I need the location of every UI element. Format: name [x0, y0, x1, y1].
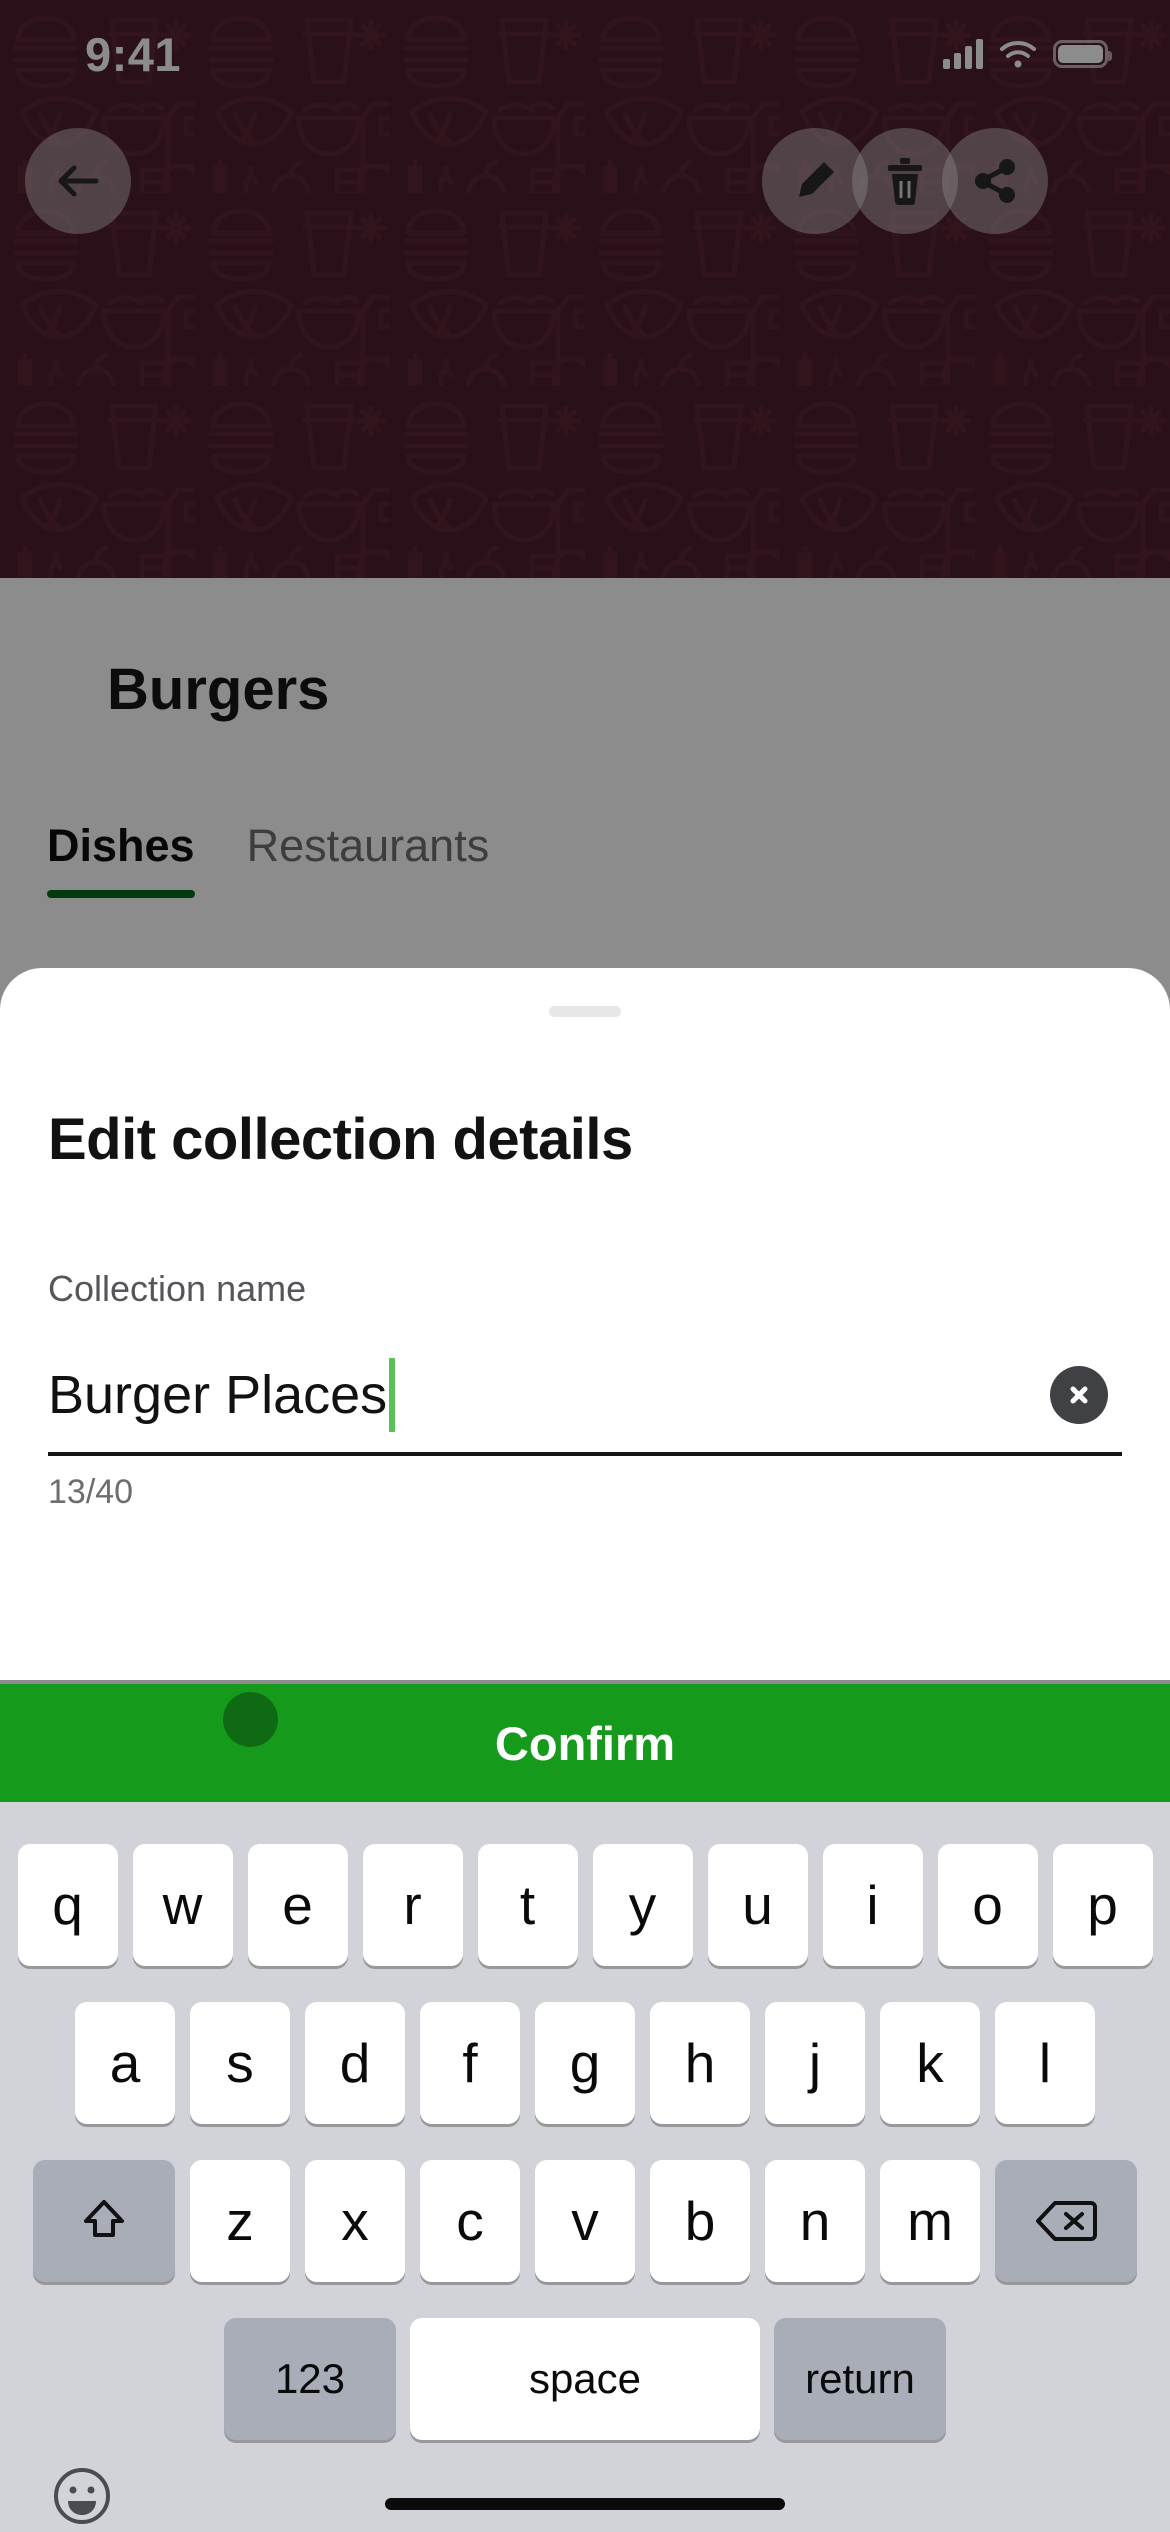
key-v[interactable]: v [535, 2160, 635, 2282]
key-d[interactable]: d [305, 2002, 405, 2124]
key-i[interactable]: i [822, 1844, 923, 1966]
keyboard-row-4: 123 space return [0, 2318, 1170, 2440]
clear-input-button[interactable] [1050, 1366, 1108, 1424]
key-r[interactable]: r [362, 1844, 463, 1966]
key-y[interactable]: y [592, 1844, 693, 1966]
edit-collection-sheet: Edit collection details Collection name … [0, 968, 1170, 1680]
on-screen-keyboard: q w e r t y u i o p a s d f g h j k l z … [0, 1802, 1170, 2532]
character-counter: 13/40 [48, 1473, 134, 1511]
keyboard-row-3: z x c v b n m [0, 2160, 1170, 2282]
keyboard-row-2: a s d f g h j k l [0, 2002, 1170, 2124]
key-w[interactable]: w [132, 1844, 233, 1966]
confirm-button[interactable]: Confirm [0, 1684, 1170, 1802]
home-indicator [385, 2498, 785, 2510]
key-o[interactable]: o [937, 1844, 1038, 1966]
text-caret [389, 1358, 396, 1432]
key-p[interactable]: p [1052, 1844, 1153, 1966]
key-u[interactable]: u [707, 1844, 808, 1966]
key-c[interactable]: c [420, 2160, 520, 2282]
key-b[interactable]: b [650, 2160, 750, 2282]
sheet-title: Edit collection details [48, 1107, 633, 1172]
key-n[interactable]: n [765, 2160, 865, 2282]
key-a[interactable]: a [75, 2002, 175, 2124]
key-e[interactable]: e [247, 1844, 348, 1966]
collection-name-input[interactable]: Burger Places [48, 1338, 1122, 1456]
key-k[interactable]: k [880, 2002, 980, 2124]
key-h[interactable]: h [650, 2002, 750, 2124]
collection-name-value: Burger Places [48, 1365, 388, 1425]
key-m[interactable]: m [880, 2160, 980, 2282]
touch-ripple-indicator [223, 1692, 278, 1747]
emoji-smiley-icon [54, 2468, 110, 2524]
backspace-icon [1036, 2201, 1097, 2241]
confirm-button-label: Confirm [494, 1716, 676, 1770]
key-g[interactable]: g [535, 2002, 635, 2124]
key-x[interactable]: x [305, 2160, 405, 2282]
collection-name-label: Collection name [48, 1268, 307, 1309]
key-l[interactable]: l [995, 2002, 1095, 2124]
shift-arrow-icon [84, 2200, 124, 2237]
shift-key[interactable] [33, 2160, 175, 2282]
space-key[interactable]: space [410, 2318, 760, 2440]
close-circle-icon [1070, 1386, 1088, 1404]
return-key[interactable]: return [774, 2318, 946, 2440]
keyboard-row-1: q w e r t y u i o p [0, 1844, 1170, 1966]
key-t[interactable]: t [477, 1844, 578, 1966]
backspace-key[interactable] [995, 2160, 1137, 2282]
key-s[interactable]: s [190, 2002, 290, 2124]
emoji-key[interactable] [50, 2464, 114, 2528]
key-j[interactable]: j [765, 2002, 865, 2124]
numbers-key[interactable]: 123 [224, 2318, 396, 2440]
key-q[interactable]: q [17, 1844, 118, 1966]
key-f[interactable]: f [420, 2002, 520, 2124]
sheet-drag-handle[interactable] [549, 1006, 621, 1017]
key-z[interactable]: z [190, 2160, 290, 2282]
